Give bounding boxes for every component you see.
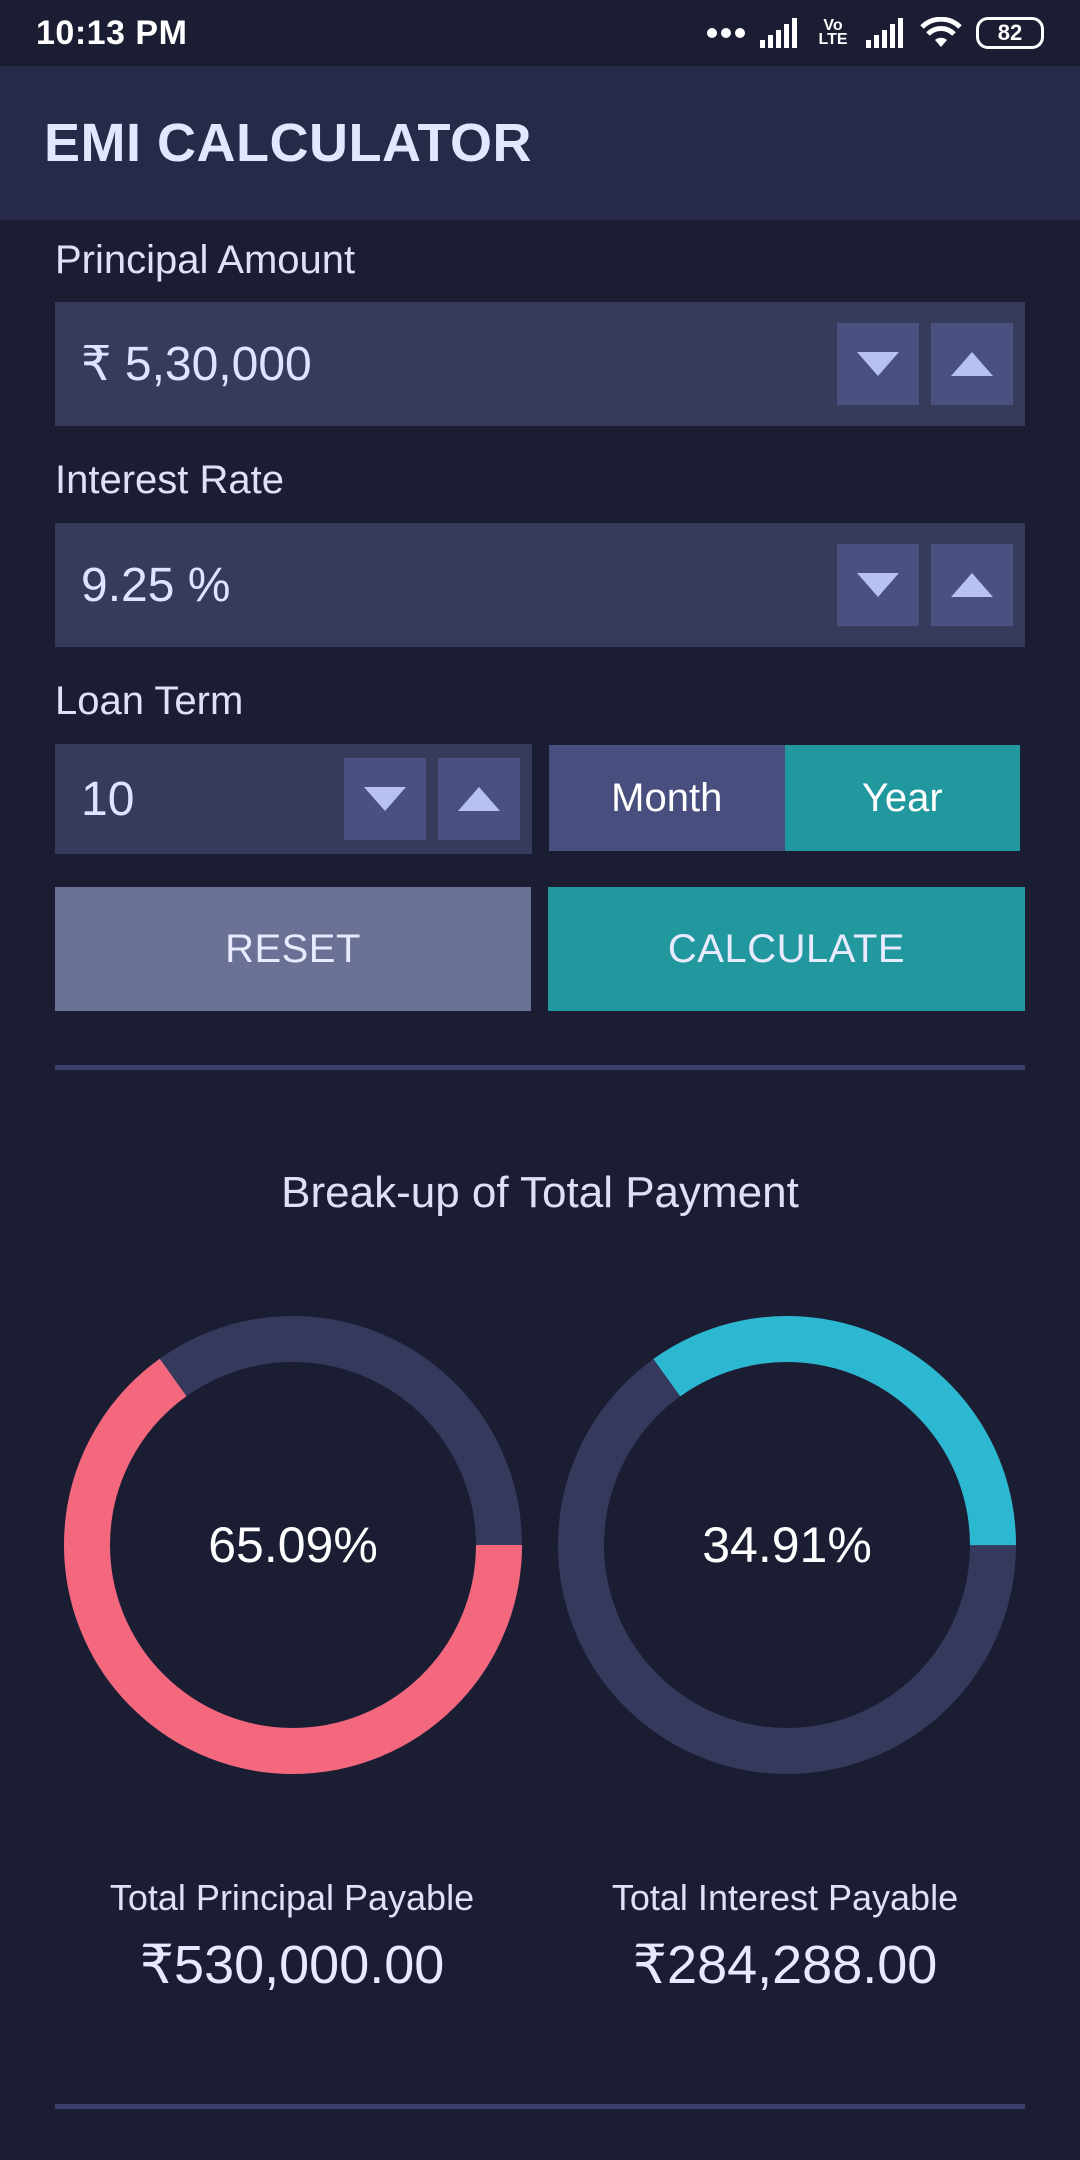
term-unit-month[interactable]: Month bbox=[549, 745, 785, 851]
app-bar: EMI CALCULATOR bbox=[0, 66, 1080, 220]
principal-percent: 65.09% bbox=[208, 1517, 378, 1573]
status-bar: 10:13 PM Vo LTE 82 bbox=[0, 0, 1080, 66]
loan-term-field[interactable]: 10 bbox=[55, 744, 532, 854]
divider bbox=[55, 1065, 1025, 1070]
interest-summary: Total Interest Payable ₹284,288.00 bbox=[540, 1877, 1030, 1996]
chevron-up-icon bbox=[951, 352, 993, 376]
term-unit-toggle[interactable]: Month Year bbox=[549, 745, 1020, 851]
principal-payable-label: Total Principal Payable bbox=[109, 1877, 475, 1918]
principal-label: Principal Amount bbox=[55, 238, 356, 282]
loan-term-increment-button[interactable] bbox=[438, 758, 520, 840]
principal-field[interactable]: ₹ 5,30,000 bbox=[55, 302, 1025, 426]
principal-payable-value: ₹530,000.00 bbox=[139, 1935, 445, 1995]
chevron-up-icon bbox=[458, 787, 500, 811]
loan-term-label: Loan Term bbox=[55, 679, 244, 723]
principal-increment-button[interactable] bbox=[931, 323, 1013, 405]
battery-icon: 82 bbox=[976, 17, 1044, 49]
volte-icon: Vo LTE bbox=[814, 17, 852, 48]
loan-term-decrement-button[interactable] bbox=[344, 758, 426, 840]
app-title: EMI CALCULATOR bbox=[44, 113, 532, 173]
chevron-down-icon bbox=[857, 352, 899, 376]
interest-label: Interest Rate bbox=[55, 458, 285, 502]
interest-increment-button[interactable] bbox=[931, 544, 1013, 626]
interest-payable-label: Total Interest Payable bbox=[611, 1877, 959, 1918]
principal-summary: Total Principal Payable ₹530,000.00 bbox=[47, 1877, 537, 1996]
divider bbox=[55, 2104, 1025, 2109]
wifi-icon bbox=[920, 17, 962, 49]
interest-input[interactable]: 9.25 % bbox=[55, 558, 837, 613]
term-unit-year[interactable]: Year bbox=[784, 745, 1020, 851]
signal-bars-icon bbox=[866, 18, 906, 48]
chevron-up-icon bbox=[951, 573, 993, 597]
interest-decrement-button[interactable] bbox=[837, 544, 919, 626]
principal-donut: 65.09% bbox=[63, 1315, 523, 1775]
chevron-down-icon bbox=[364, 787, 406, 811]
interest-field[interactable]: 9.25 % bbox=[55, 523, 1025, 647]
loan-term-input[interactable]: 10 bbox=[55, 772, 344, 827]
signal-dots-icon bbox=[706, 26, 746, 40]
principal-decrement-button[interactable] bbox=[837, 323, 919, 405]
signal-bars-icon bbox=[760, 18, 800, 48]
chevron-down-icon bbox=[857, 573, 899, 597]
status-icons: Vo LTE 82 bbox=[706, 17, 1044, 49]
principal-input[interactable]: ₹ 5,30,000 bbox=[55, 336, 837, 392]
interest-payable-value: ₹284,288.00 bbox=[632, 1935, 938, 1995]
reset-button[interactable]: RESET bbox=[55, 887, 531, 1011]
interest-donut: 34.91% bbox=[557, 1315, 1017, 1775]
calculate-button[interactable]: CALCULATE bbox=[548, 887, 1025, 1011]
breakup-title: Break-up of Total Payment bbox=[281, 1168, 799, 1217]
volte-label: Vo LTE bbox=[818, 17, 848, 48]
status-time: 10:13 PM bbox=[36, 13, 188, 52]
interest-percent: 34.91% bbox=[702, 1517, 872, 1573]
